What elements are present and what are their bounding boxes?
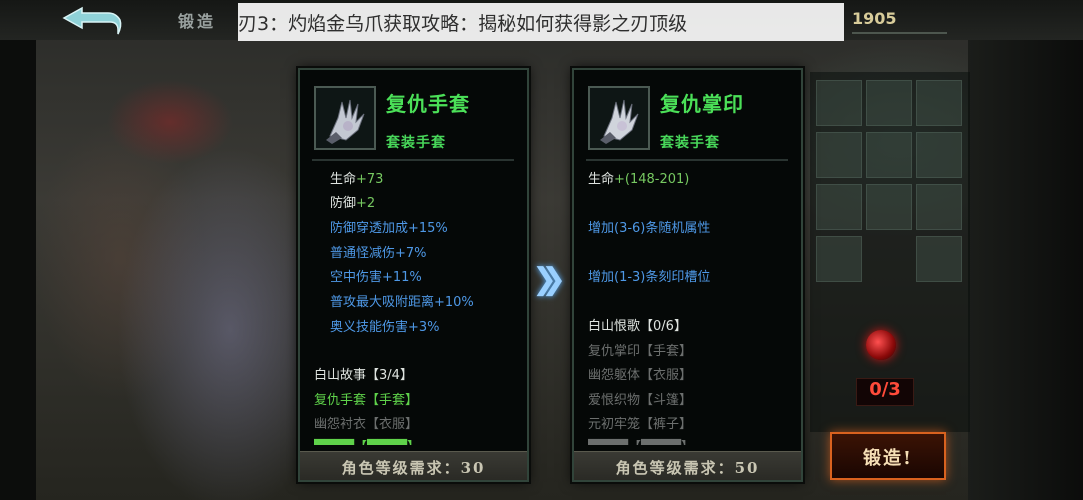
back-button[interactable] (56, 4, 126, 38)
article-title-overlay: 刃3：灼焰金乌爪获取攻略：揭秘如何获得影之刃顶级 (238, 3, 844, 41)
double-chevron-right-icon: ❯❯ (532, 262, 567, 297)
set-piece: 复仇掌印【手套】 (588, 344, 693, 359)
stat-line: 增加(3-6)条随机属性 (588, 221, 711, 236)
material-slot (916, 184, 962, 230)
stat-line: 生命+73 (330, 172, 384, 187)
level-requirement: 角色等级需求：30 (341, 459, 486, 477)
set-piece: 复仇手套【手套】 (314, 393, 419, 408)
stat-line: 生命+(148-201) (588, 172, 690, 187)
screen-border-right (968, 0, 1083, 500)
set-title: 白山恨歌【0/6】 (588, 319, 687, 334)
stat-line: 防御穿透加成+15% (330, 221, 448, 236)
stat-line: 奥义技能伤害+3% (330, 320, 440, 335)
item-name: 复仇掌印 (660, 92, 744, 116)
material-slot (916, 236, 962, 282)
level-requirement-bar: 角色等级需求：30 (300, 451, 527, 480)
set-title: 白山故事【3/4】 (314, 368, 413, 383)
material-slot (866, 184, 912, 230)
stat-line: 空中伤害+11% (330, 270, 422, 285)
item-type: 套装手套 (386, 135, 446, 151)
game-background (0, 0, 1083, 500)
gold-amount: 1905 (852, 9, 897, 28)
panel-divider (586, 159, 788, 161)
page-title: 锻造 (178, 12, 217, 31)
level-requirement: 角色等级需求：50 (615, 459, 760, 477)
material-slot (816, 80, 862, 126)
claw-glove-icon (314, 86, 376, 150)
stat-line: 防御+2 (330, 196, 376, 211)
claw-glove-icon (588, 86, 650, 150)
forge-button[interactable]: 锻造! (830, 432, 946, 480)
material-count: 0/3 (856, 378, 914, 406)
set-piece: 爱恨织物【斗篷】 (588, 393, 693, 408)
screen-border-left (0, 0, 36, 500)
set-piece: ████【████】 (588, 436, 694, 445)
set-piece: 幽怨衬衣【衣服】 (314, 417, 419, 432)
material-slot (816, 184, 862, 230)
result-item-panel: 复仇掌印 套装手套 生命+(148-201) 增加(3-6)条随机属性 增加(1… (572, 68, 803, 482)
material-slot (816, 236, 862, 282)
blood-orb-icon (866, 330, 896, 360)
item-name: 复仇手套 (386, 92, 470, 116)
current-item-panel: 复仇手套 套装手套 生命+73 防御+2 防御穿透加成+15% 普通怪减伤+7%… (298, 68, 529, 482)
stat-line: 普通怪减伤+7% (330, 246, 427, 261)
material-slot (866, 80, 912, 126)
stat-line: 普攻最大吸附距离+10% (330, 295, 474, 310)
back-arrow-icon (62, 6, 122, 35)
set-piece: ████【████】 (314, 436, 420, 445)
forge-button-label: 锻造! (863, 448, 913, 469)
material-slot (916, 132, 962, 178)
material-slot (866, 132, 912, 178)
set-piece: 幽怨躯体【衣服】 (588, 368, 693, 383)
panel-divider (312, 159, 514, 161)
material-slot (816, 132, 862, 178)
stat-line: 增加(1-3)条刻印槽位 (588, 270, 711, 285)
article-title-text: 刃3：灼焰金乌爪获取攻略：揭秘如何获得影之刃顶级 (238, 13, 688, 35)
level-requirement-bar: 角色等级需求：50 (574, 451, 801, 480)
set-piece: 元初牢笼【裤子】 (588, 417, 693, 432)
item-type: 套装手套 (660, 135, 720, 151)
material-slot (916, 80, 962, 126)
currency-underline (852, 32, 947, 34)
